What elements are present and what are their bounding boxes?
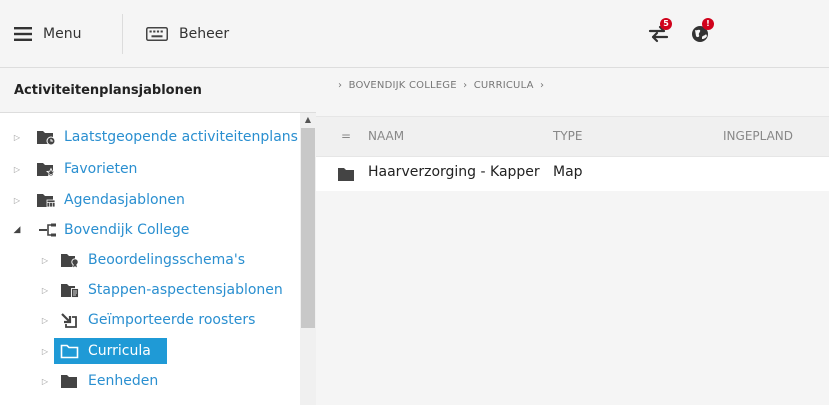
tree-item-label: Bovendijk College	[64, 222, 190, 238]
expand-arrow-icon[interactable]: ▷	[40, 316, 50, 325]
collapse-arrow-icon[interactable]: ◢	[12, 225, 22, 235]
breadcrumb-separator: ›	[463, 80, 468, 91]
tree-item-label: Geïmporteerde roosters	[88, 312, 256, 328]
table-row[interactable]: Haarverzorging - Kapper Map	[316, 157, 829, 191]
folder-icon	[337, 166, 357, 186]
swap-count-badge: 5	[660, 18, 672, 30]
tree-item-label: Agendasjablonen	[64, 192, 185, 208]
column-header-type[interactable]: TYPE	[553, 129, 582, 143]
breadcrumb-separator: ›	[540, 80, 545, 91]
menu-button[interactable]: Menu	[14, 0, 81, 68]
expand-arrow-icon[interactable]: ▷	[12, 133, 22, 142]
folder-calendar-icon	[36, 191, 56, 209]
tree-item-bovendijk-college[interactable]: ◢ Bovendijk College	[0, 217, 300, 243]
scroll-up-arrow-icon[interactable]: ▲	[300, 113, 316, 127]
tree-item-favorieten[interactable]: ▷ Favorieten	[0, 156, 300, 182]
sort-handle[interactable]: =	[341, 129, 351, 143]
tree-item-label: Beoordelingsschema's	[88, 252, 246, 268]
tree-item-curricula[interactable]: ▷ Curricula	[0, 338, 300, 364]
expand-arrow-icon[interactable]: ▷	[40, 377, 50, 386]
scrollbar-thumb[interactable]	[301, 128, 315, 328]
column-header-ingepland[interactable]: INGEPLAND	[723, 129, 793, 143]
folder-document-icon	[60, 281, 80, 299]
toolbar-divider	[122, 14, 123, 54]
grid-empty-area	[316, 191, 829, 405]
expand-arrow-icon[interactable]: ▷	[12, 165, 22, 174]
top-toolbar: Menu Beheer 5 !	[0, 0, 829, 68]
tree-item-label: Laatstgeopende activiteitenplans	[64, 129, 298, 145]
tree-item-agendasjablonen[interactable]: ▷ Agendasjablonen	[0, 187, 300, 213]
tree-item-label: Stappen-aspectensjablonen	[88, 282, 283, 298]
row-name: Haarverzorging - Kapper	[368, 164, 540, 180]
tree-item-eenheden[interactable]: ▷ Eenheden	[0, 368, 300, 394]
breadcrumb-item-curricula[interactable]: CURRICULA	[474, 80, 534, 91]
tree-item-beoordelingsschemas[interactable]: ▷ Beoordelingsschema's	[0, 247, 300, 273]
beheer-button[interactable]: Beheer	[146, 0, 229, 68]
expand-arrow-icon[interactable]: ▷	[40, 347, 50, 356]
expand-arrow-icon[interactable]: ▷	[12, 196, 22, 205]
column-header-naam[interactable]: NAAM	[368, 129, 404, 143]
tree-item-label: Favorieten	[64, 161, 138, 177]
menu-label: Menu	[43, 26, 82, 42]
breadcrumb-separator: ›	[338, 80, 343, 91]
folder-icon	[60, 372, 80, 390]
globe-alert-badge: !	[702, 18, 714, 30]
template-tree-panel: Activiteitenplansjablonen ▷ Laatstgeopen…	[0, 68, 316, 405]
hierarchy-icon	[38, 221, 58, 239]
template-tree: ▷ Laatstgeopende activiteitenplans ▷ Fav…	[0, 113, 300, 405]
import-icon	[60, 311, 80, 329]
folder-clock-icon	[36, 128, 56, 146]
content-panel: › BOVENDIJK COLLEGE › CURRICULA › = NAAM…	[316, 68, 829, 405]
folder-star-icon	[36, 160, 56, 178]
tree-scrollbar[interactable]: ▲	[300, 113, 316, 405]
tree-item-geimporteerde-roosters[interactable]: ▷ Geïmporteerde roosters	[0, 307, 300, 333]
hamburger-icon	[14, 27, 32, 41]
folder-award-icon	[60, 251, 80, 269]
expand-arrow-icon[interactable]: ▷	[40, 286, 50, 295]
expand-arrow-icon[interactable]: ▷	[40, 256, 50, 265]
beheer-label: Beheer	[179, 26, 230, 42]
keyboard-icon	[146, 27, 168, 41]
folder-open-icon	[60, 342, 80, 360]
tree-item-stappen-aspectensjablonen[interactable]: ▷ Stappen-aspectensjablonen	[0, 277, 300, 303]
tree-item-label: Curricula	[88, 343, 151, 359]
breadcrumb-item-bovendijk[interactable]: BOVENDIJK COLLEGE	[349, 80, 457, 91]
tree-item-label: Eenheden	[88, 373, 159, 389]
row-type: Map	[553, 164, 583, 180]
grid-header: = NAAM TYPE INGEPLAND	[316, 116, 829, 157]
panel-title: Activiteitenplansjablonen	[0, 68, 316, 113]
breadcrumb: › BOVENDIJK COLLEGE › CURRICULA ›	[338, 80, 547, 91]
tree-item-recent[interactable]: ▷ Laatstgeopende activiteitenplans	[0, 124, 300, 150]
